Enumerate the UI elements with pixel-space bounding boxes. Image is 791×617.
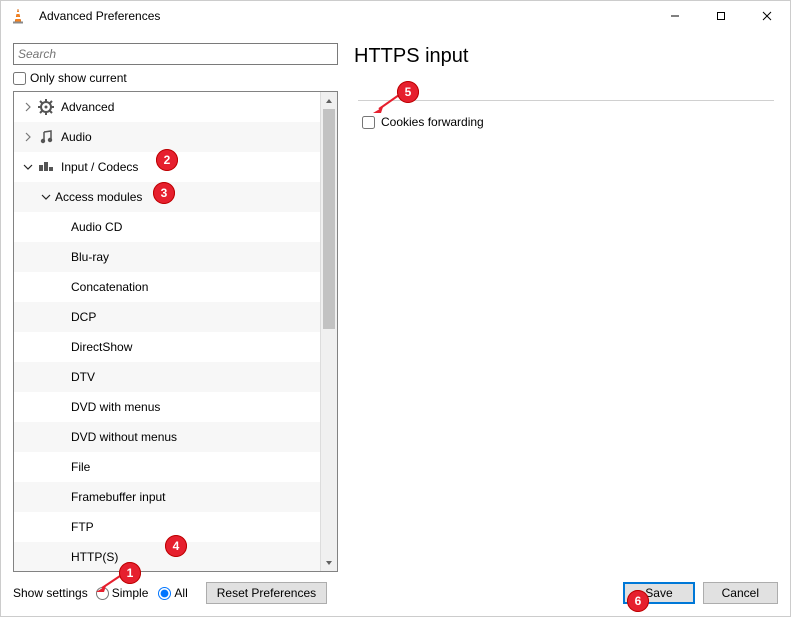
tree-item-dcp[interactable]: DCP: [14, 302, 320, 332]
show-settings-radios: Simple All: [96, 586, 196, 600]
scroll-thumb[interactable]: [323, 109, 335, 329]
tree-item-label: Audio CD: [71, 220, 122, 234]
cookies-forwarding-checkbox[interactable]: [362, 116, 375, 129]
minimize-button[interactable]: [652, 1, 698, 31]
tree-item-label: Access modules: [55, 190, 142, 204]
codec-icon: [37, 159, 55, 175]
tree-item-directshow[interactable]: DirectShow: [14, 332, 320, 362]
tree-item-http-s[interactable]: HTTP(S): [14, 542, 320, 571]
tree-item-label: Concatenation: [71, 280, 148, 294]
save-button[interactable]: Save: [623, 582, 694, 604]
cancel-button[interactable]: Cancel: [703, 582, 778, 604]
tree-item-audio-cd[interactable]: Audio CD: [14, 212, 320, 242]
tree-item-label: DCP: [71, 310, 96, 324]
left-column: Only show current Advanced Audio: [13, 43, 338, 572]
tree-item-advanced[interactable]: Advanced: [14, 92, 320, 122]
tree-item-label: Audio: [61, 130, 92, 144]
tree-item-label: HTTP(S): [71, 550, 118, 564]
category-divider: [358, 100, 774, 101]
tree-item-file[interactable]: File: [14, 452, 320, 482]
gear-icon: [37, 99, 55, 115]
tree-item-audio[interactable]: Audio: [14, 122, 320, 152]
tree-item-ftp[interactable]: FTP: [14, 512, 320, 542]
close-button[interactable]: [744, 1, 790, 31]
tree-item-dvd-nomenus[interactable]: DVD without menus: [14, 422, 320, 452]
tree-item-label: DTV: [71, 370, 95, 384]
tree-item-bluray[interactable]: Blu-ray: [14, 242, 320, 272]
tree-item-label: Advanced: [61, 100, 114, 114]
scroll-up-button[interactable]: [321, 92, 337, 109]
settings-panel: HTTPS input Cookies forwarding: [354, 43, 778, 572]
tree-item-dvd-menus[interactable]: DVD with menus: [14, 392, 320, 422]
only-show-current-checkbox[interactable]: [13, 72, 26, 85]
footer-bar: Show settings Simple All Reset Preferenc…: [1, 578, 790, 616]
tree-item-dtv[interactable]: DTV: [14, 362, 320, 392]
show-settings-label: Show settings: [13, 586, 88, 600]
search-input[interactable]: [13, 43, 338, 65]
tree-item-label: FTP: [71, 520, 94, 534]
chevron-down-icon[interactable]: [21, 162, 35, 172]
tree-item-input-codecs[interactable]: Input / Codecs: [14, 152, 320, 182]
content-area: Only show current Advanced Audio: [1, 31, 790, 578]
advanced-preferences-window: Advanced Preferences Only show current A…: [0, 0, 791, 617]
window-title: Advanced Preferences: [39, 9, 160, 23]
tree-item-access-modules[interactable]: Access modules: [14, 182, 320, 212]
music-icon: [37, 129, 55, 145]
cookies-forwarding-option[interactable]: Cookies forwarding: [362, 115, 770, 129]
chevron-right-icon[interactable]: [21, 102, 35, 112]
tree-item-label: DVD without menus: [71, 430, 177, 444]
reset-preferences-button[interactable]: Reset Preferences: [206, 582, 327, 604]
tree-item-concatenation[interactable]: Concatenation: [14, 272, 320, 302]
tree-item-label: DirectShow: [71, 340, 132, 354]
radio-simple[interactable]: Simple: [96, 586, 149, 600]
vlc-icon: [9, 8, 27, 24]
tree-scrollbar[interactable]: [320, 92, 337, 571]
panel-title: HTTPS input: [354, 45, 778, 68]
only-show-current[interactable]: Only show current: [13, 71, 338, 85]
tree-item-label: Input / Codecs: [61, 160, 138, 174]
maximize-button[interactable]: [698, 1, 744, 31]
tree-item-label: Framebuffer input: [71, 490, 166, 504]
window-controls: [652, 1, 790, 31]
tree-item-label: File: [71, 460, 90, 474]
radio-all[interactable]: All: [158, 586, 187, 600]
chevron-right-icon[interactable]: [21, 132, 35, 142]
tree-container: Advanced Audio Input / Codecs: [13, 91, 338, 572]
titlebar: Advanced Preferences: [1, 1, 790, 31]
radio-simple-input[interactable]: [96, 587, 109, 600]
chevron-down-icon[interactable]: [39, 192, 53, 202]
radio-all-input[interactable]: [158, 587, 171, 600]
scroll-down-button[interactable]: [321, 554, 337, 571]
cookies-forwarding-label: Cookies forwarding: [381, 115, 484, 129]
settings-tree[interactable]: Advanced Audio Input / Codecs: [14, 92, 320, 571]
tree-item-framebuffer[interactable]: Framebuffer input: [14, 482, 320, 512]
only-show-current-label: Only show current: [30, 71, 127, 85]
tree-item-label: Blu-ray: [71, 250, 109, 264]
tree-item-label: DVD with menus: [71, 400, 160, 414]
